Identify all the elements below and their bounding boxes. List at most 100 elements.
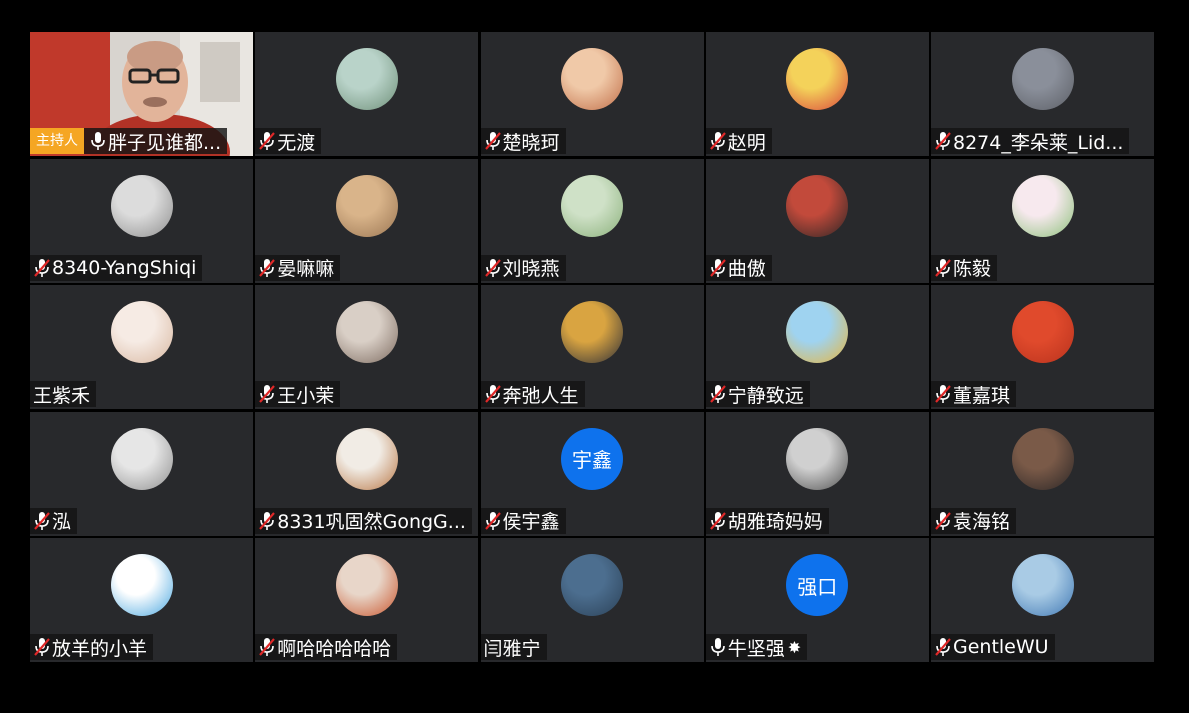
- participant-nameplate: 闫雅宁: [480, 634, 547, 660]
- participant-tile[interactable]: 楚晓珂: [480, 32, 704, 156]
- participant-name: 无渡: [277, 131, 316, 154]
- participant-nameplate: 8274_李朵莱_Lid...: [931, 128, 1130, 154]
- participant-name: 赵明: [727, 131, 766, 154]
- participant-tile[interactable]: 宁静致远: [705, 285, 929, 409]
- red-wall-avatar: [1011, 301, 1074, 363]
- participant-nameplate: 胡雅琦妈妈: [705, 507, 829, 534]
- participant-name: 胡雅琦妈妈: [727, 511, 823, 533]
- participant-name: 刘晓燕: [502, 258, 560, 280]
- participant-nameplate: 袁海铭: [931, 507, 1017, 534]
- participant-name: 袁海铭: [953, 511, 1011, 533]
- mic-muted-icon: [709, 385, 726, 403]
- participant-tile[interactable]: 放羊的小羊: [30, 538, 253, 662]
- mic-muted-icon: [935, 511, 951, 530]
- person-avatar: [335, 554, 398, 616]
- participant-name: GentleWU: [953, 636, 1049, 658]
- participant-tile[interactable]: 王小茉: [255, 285, 479, 409]
- participant-nameplate: 8331巩固然GongG...: [255, 507, 472, 534]
- participant-name: 董嘉琪: [953, 384, 1011, 407]
- participant-nameplate: 晏嘛嘛: [255, 254, 341, 281]
- participant-name: 曲傲: [727, 258, 766, 280]
- participant-nameplate: 侯宇鑫: [480, 507, 566, 534]
- blue-avatar: [561, 554, 623, 616]
- gallery-grid: 主持人 胖子见谁都... 无渡 楚晓珂 赵明 8274_李朵莱_Lid... 83…: [30, 32, 1154, 662]
- participant-tile[interactable]: 泓: [30, 411, 253, 536]
- mic-muted-icon: [484, 132, 501, 150]
- mic-muted-icon: [484, 258, 501, 277]
- mic-muted-icon: [484, 511, 501, 530]
- participant-name: 王紫禾: [33, 384, 91, 407]
- group-photo-avatar: [335, 301, 398, 363]
- participant-tile[interactable]: 啊哈哈哈哈哈: [255, 538, 479, 662]
- participant-name: 楚晓珂: [502, 131, 560, 154]
- sparkle-icon: ✸: [787, 637, 802, 657]
- participant-tile[interactable]: 8274_李朵莱_Lid...: [931, 32, 1154, 156]
- sheep-avatar: [110, 554, 173, 616]
- participant-tile[interactable]: 闫雅宁: [480, 538, 704, 662]
- participant-tile[interactable]: 8331巩固然GongG...: [255, 411, 479, 536]
- participant-tile[interactable]: 胡雅琦妈妈: [705, 411, 929, 536]
- participant-nameplate: 8340-YangShiqi: [30, 254, 203, 281]
- mic-muted-icon: [259, 511, 276, 530]
- participant-nameplate: 奔弛人生: [480, 381, 585, 407]
- cartoon-mouse-avatar: [1011, 48, 1074, 110]
- participant-name: 放羊的小羊: [52, 637, 148, 660]
- participant-nameplate: 啊哈哈哈哈哈: [255, 634, 398, 660]
- participant-nameplate: 牛坚强 ✸: [705, 634, 808, 660]
- mic-muted-icon: [259, 638, 276, 656]
- photo-avatar: [786, 174, 849, 237]
- participant-tile[interactable]: 奔弛人生: [480, 285, 704, 409]
- participant-name: 泓: [52, 511, 72, 533]
- participant-tile[interactable]: 无渡: [255, 32, 479, 156]
- participant-name: 侯宇鑫: [502, 511, 560, 533]
- participant-tile[interactable]: 强口 牛坚强 ✸: [705, 538, 929, 662]
- field-avatar: [786, 301, 849, 363]
- participant-tile[interactable]: 主持人 胖子见谁都...: [30, 32, 253, 156]
- participant-name: 啊哈哈哈哈哈: [277, 637, 392, 660]
- anime-girl-avatar: [335, 48, 398, 110]
- participant-tile[interactable]: 陈毅: [931, 158, 1154, 283]
- mic-muted-icon: [259, 132, 276, 150]
- participant-tile[interactable]: 曲傲: [705, 158, 929, 283]
- participant-nameplate: 主持人 胖子见谁都...: [30, 128, 228, 154]
- participant-tile[interactable]: 宇鑫 侯宇鑫: [480, 411, 704, 536]
- mic-muted-icon: [935, 258, 951, 277]
- mic-icon: [710, 638, 725, 656]
- participant-name: 陈毅: [953, 258, 992, 280]
- cartoon-avatar: [786, 48, 849, 110]
- frog-avatar: [1011, 174, 1074, 237]
- participant-tile[interactable]: 王紫禾: [30, 285, 253, 409]
- cat-avatar: [335, 427, 398, 490]
- host-badge: 主持人: [30, 128, 84, 154]
- participant-tile[interactable]: 8340-YangShiqi: [30, 158, 253, 283]
- text-avatar: 宇鑫: [561, 427, 623, 490]
- participant-nameplate: 王小茉: [255, 381, 341, 407]
- cat-avatar: [335, 174, 398, 237]
- bw-photo-avatar: [786, 427, 849, 490]
- participant-name: 宁静致远: [727, 384, 804, 407]
- person-avatar: [1011, 427, 1074, 490]
- participant-name: 胖子见谁都...: [108, 131, 222, 154]
- participant-tile[interactable]: 董嘉琪: [931, 285, 1154, 409]
- mic-muted-icon: [34, 638, 50, 656]
- participant-nameplate: 陈毅: [931, 254, 998, 281]
- participant-name: 闫雅宁: [483, 637, 541, 660]
- mic-muted-icon: [484, 385, 501, 403]
- participant-tile[interactable]: 刘晓燕: [480, 158, 704, 283]
- text-avatar: 强口: [786, 554, 849, 616]
- participant-nameplate: 曲傲: [705, 254, 772, 281]
- participant-tile[interactable]: 袁海铭: [931, 411, 1154, 536]
- mic-muted-icon: [259, 385, 276, 403]
- participant-tile[interactable]: GentleWU: [931, 538, 1154, 662]
- mic-muted-icon: [935, 638, 951, 656]
- person-avatar: [561, 301, 623, 363]
- girl-avatar: [110, 174, 173, 237]
- mic-muted-icon: [709, 258, 726, 277]
- mic-muted-icon: [709, 132, 726, 150]
- participant-tile[interactable]: 赵明: [705, 32, 929, 156]
- participant-tile[interactable]: 晏嘛嘛: [255, 158, 479, 283]
- participant-nameplate: 放羊的小羊: [30, 634, 154, 660]
- baby-avatar: [110, 301, 173, 363]
- participant-nameplate: 无渡: [255, 128, 322, 154]
- participant-nameplate: 刘晓燕: [480, 254, 566, 281]
